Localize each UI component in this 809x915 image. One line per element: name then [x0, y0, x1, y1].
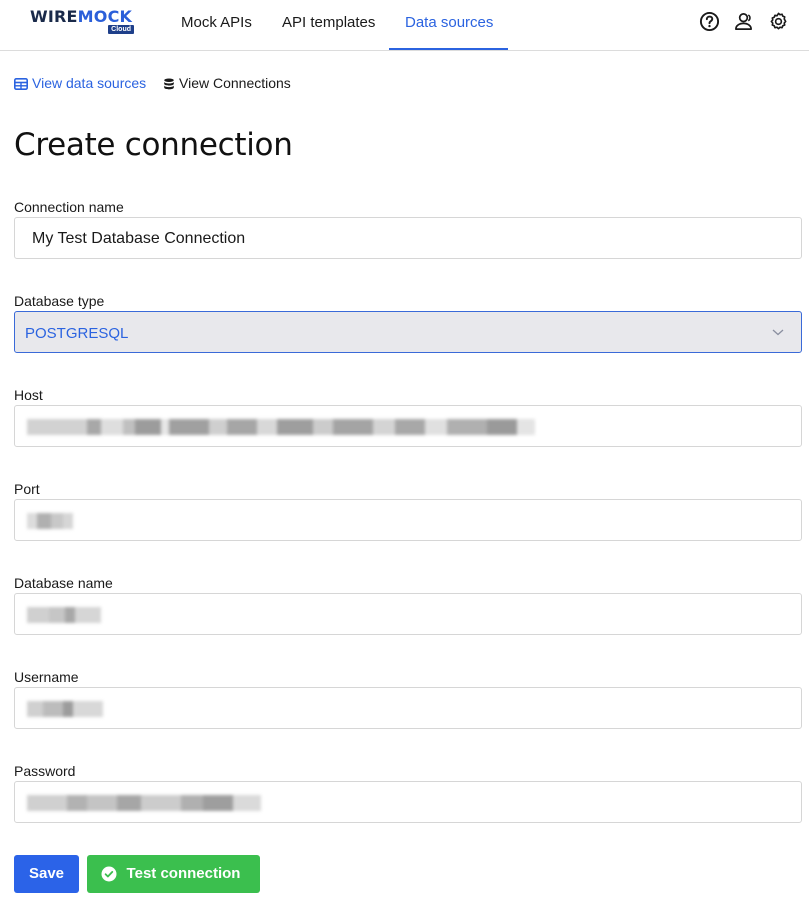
host-label: Host	[14, 387, 43, 403]
username-label: Username	[14, 669, 79, 685]
page-title: Create connection	[14, 127, 293, 163]
test-connection-button[interactable]: Test connection	[87, 855, 260, 893]
help-icon[interactable]	[699, 11, 720, 32]
view-connections-label: View Connections	[179, 75, 291, 91]
table-icon	[14, 77, 28, 90]
active-tab-indicator	[389, 48, 508, 50]
port-label: Port	[14, 481, 40, 497]
redacted-username-value	[27, 701, 103, 717]
chevron-down-icon	[772, 329, 784, 336]
database-type-label: Database type	[14, 293, 105, 309]
nav-mock-apis[interactable]: Mock APIs	[181, 14, 252, 32]
host-input[interactable]	[14, 405, 802, 447]
redacted-password-value	[27, 795, 261, 811]
database-name-label: Database name	[14, 575, 113, 591]
password-label: Password	[14, 763, 76, 779]
database-icon	[164, 78, 174, 89]
username-input[interactable]	[14, 687, 802, 729]
logo-main: WIRE	[30, 7, 78, 26]
redacted-host-value	[27, 419, 535, 435]
top-navigation-bar: WIREMOCK Cloud Mock APIs API templates D…	[0, 0, 809, 51]
connection-name-input[interactable]: My Test Database Connection	[14, 217, 802, 259]
password-input[interactable]	[14, 781, 802, 823]
save-button[interactable]: Save	[14, 855, 79, 893]
database-name-input[interactable]	[14, 593, 802, 635]
view-connections-link[interactable]: View Connections	[163, 75, 291, 92]
database-type-select[interactable]: POSTGRESQL	[14, 311, 802, 353]
redacted-port-value	[27, 513, 73, 529]
redacted-database-name-value	[27, 607, 101, 623]
nav-api-templates[interactable]: API templates	[282, 14, 375, 32]
logo-badge: Cloud	[108, 25, 134, 34]
view-data-sources-label: View data sources	[32, 75, 147, 91]
connection-name-label: Connection name	[14, 199, 124, 215]
nav-data-sources[interactable]: Data sources	[405, 14, 493, 32]
logo-accent: MOCK	[77, 7, 133, 26]
port-input[interactable]	[14, 499, 802, 541]
test-connection-label: Test connection	[126, 865, 241, 882]
connection-name-value: My Test Database Connection	[32, 230, 246, 247]
view-data-sources-link[interactable]: View data sources	[14, 75, 146, 92]
check-circle-icon	[101, 866, 117, 882]
wiremock-logo[interactable]: WIREMOCK Cloud	[30, 9, 134, 35]
database-type-value: POSTGRESQL	[25, 325, 129, 342]
logo-wordmark: WIREMOCK	[30, 9, 134, 25]
users-icon[interactable]	[733, 11, 754, 32]
settings-gear-icon[interactable]	[768, 11, 789, 32]
